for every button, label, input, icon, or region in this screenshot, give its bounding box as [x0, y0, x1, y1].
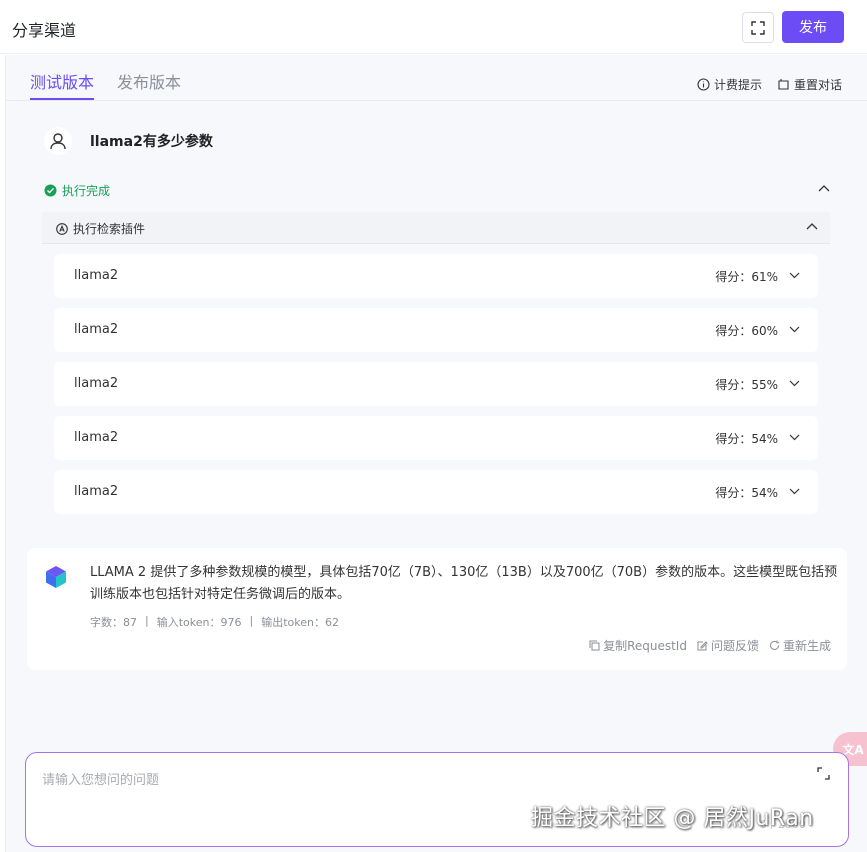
user-message: llama2有多少参数 — [44, 125, 213, 157]
feedback-label: 问题反馈 — [710, 639, 759, 653]
search-result-item[interactable]: llama2 得分：55% — [54, 362, 818, 406]
search-result-item[interactable]: llama2 得分：60% — [54, 308, 818, 352]
result-name: llama2 — [74, 268, 119, 283]
input-token-count: 输入token：976 — [156, 616, 242, 629]
search-result-item[interactable]: llama2 得分：54% — [54, 416, 818, 460]
edit-icon — [697, 641, 708, 651]
tab-test-version[interactable]: 测试版本 — [30, 69, 94, 93]
info-icon — [697, 78, 710, 91]
question-input-placeholder: 请输入您想问的问题 — [42, 773, 160, 788]
result-name: llama2 — [74, 376, 119, 391]
assistant-logo-icon — [46, 566, 66, 588]
answer-stats: 字数：87 | 输入token：976 | 输出token：62 — [90, 614, 339, 630]
search-result-item[interactable]: llama2 得分：61% — [54, 254, 818, 298]
result-name: llama2 — [74, 484, 119, 499]
plugin-title-label: 执行检索插件 — [73, 222, 146, 236]
chevron-down-icon[interactable] — [789, 488, 800, 495]
chevron-up-icon[interactable] — [806, 222, 818, 230]
top-bar: 分享渠道 发布 — [0, 0, 867, 54]
result-score: 得分：54% — [715, 432, 778, 446]
tab-release-version[interactable]: 发布版本 — [117, 69, 181, 93]
execution-status[interactable]: 执行完成 — [44, 182, 110, 199]
billing-tip-label: 计费提示 — [714, 78, 763, 92]
result-score: 得分：61% — [715, 270, 778, 284]
plugin-title: 执行检索插件 — [56, 220, 145, 237]
copy-requestid-button[interactable]: 复制RequestId — [589, 637, 687, 654]
result-score: 得分：60% — [715, 324, 778, 338]
check-circle-icon — [44, 184, 57, 197]
char-count: 字数：87 — [90, 616, 137, 629]
page-title: 分享渠道 — [12, 21, 77, 40]
active-tab-indicator — [30, 98, 94, 100]
reset-conversation-label: 重置对话 — [794, 78, 843, 92]
answer-text: LLAMA 2 提供了多种参数规模的模型，具体包括70亿（7B）、130亿（13… — [90, 565, 838, 602]
output-token-count: 输出token：62 — [261, 616, 339, 629]
search-result-item[interactable]: llama2 得分：54% — [54, 470, 818, 514]
fullscreen-button[interactable] — [742, 12, 774, 43]
execution-panel: 执行完成 执行检索插件 llama2 得分：61% llama2 得分：60% … — [30, 176, 846, 528]
answer-actions: 复制RequestId 问题反馈 重新生成 — [589, 637, 831, 654]
regenerate-button[interactable]: 重新生成 — [769, 637, 831, 654]
result-score: 得分：55% — [715, 378, 778, 392]
execution-status-label: 执行完成 — [62, 184, 111, 198]
user-question: llama2有多少参数 — [90, 134, 213, 150]
billing-tip-button[interactable]: 计费提示 — [697, 76, 762, 93]
chevron-down-icon[interactable] — [789, 434, 800, 441]
feedback-button[interactable]: 问题反馈 — [697, 637, 759, 654]
chevron-down-icon[interactable] — [789, 272, 800, 279]
chevron-down-icon[interactable] — [789, 326, 800, 333]
reset-conversation-button[interactable]: 重置对话 — [777, 76, 842, 93]
copy-requestid-label: 复制RequestId — [603, 639, 687, 653]
result-name: llama2 — [74, 430, 119, 445]
regenerate-label: 重新生成 — [782, 639, 831, 653]
refresh-icon — [770, 640, 780, 650]
chevron-down-icon[interactable] — [789, 380, 800, 387]
stats-divider: | — [249, 614, 254, 627]
stats-divider: | — [145, 614, 149, 627]
result-score: 得分：54% — [715, 486, 778, 500]
publish-button[interactable]: 发布 — [782, 11, 844, 43]
result-name: llama2 — [74, 322, 119, 337]
chevron-up-icon[interactable] — [818, 184, 830, 192]
fullscreen-icon — [751, 20, 765, 35]
user-icon — [50, 133, 66, 150]
plugin-header[interactable]: 执行检索插件 — [42, 212, 830, 244]
copy-icon — [589, 640, 600, 651]
avatar — [44, 127, 72, 155]
reset-icon — [778, 79, 789, 90]
watermark: 掘金技术社区 @ 居然JuRan — [531, 806, 814, 831]
expand-icon[interactable] — [817, 767, 830, 780]
assistant-answer: LLAMA 2 提供了多种参数规模的模型，具体包括70亿（7B）、130亿（13… — [27, 548, 847, 670]
plugin-icon — [56, 222, 68, 235]
